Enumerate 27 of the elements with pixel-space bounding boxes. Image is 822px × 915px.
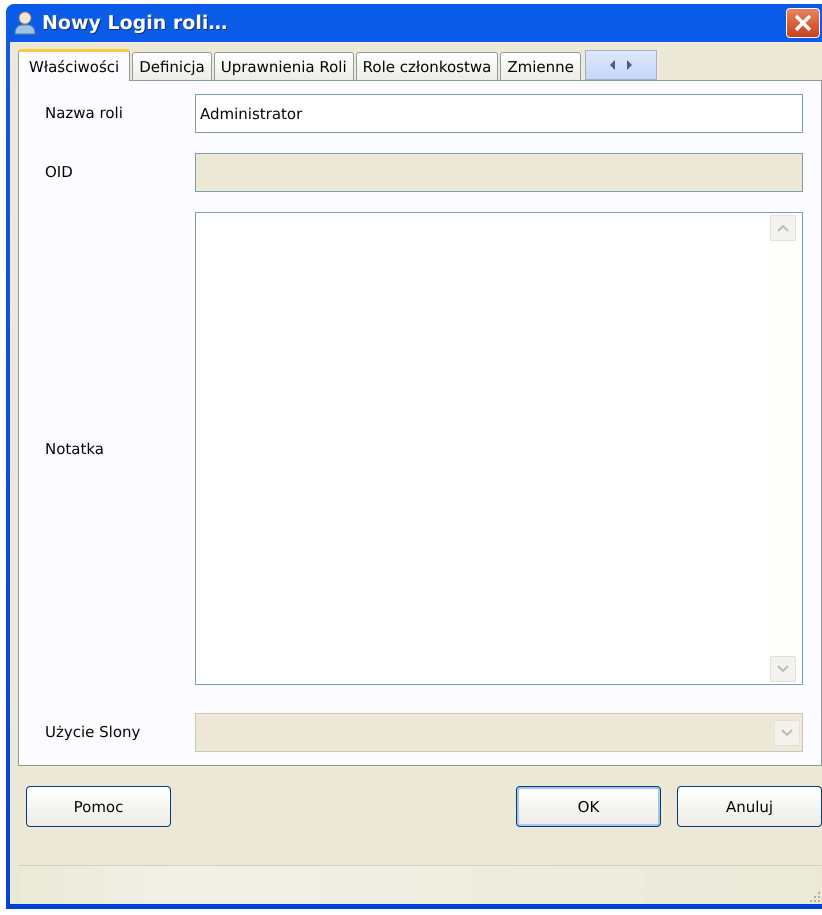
arrow-right-icon bbox=[626, 59, 634, 71]
close-button[interactable] bbox=[786, 8, 820, 38]
input-field[interactable]: Administrator bbox=[195, 94, 803, 133]
chevron-down-icon bbox=[777, 665, 789, 673]
field-label: Notatka bbox=[45, 440, 105, 458]
tab[interactable]: Role członkostwa bbox=[356, 52, 498, 80]
tab[interactable]: Właściwości bbox=[18, 49, 130, 81]
field-label: OID bbox=[45, 162, 74, 183]
scroll-up-button[interactable] bbox=[770, 215, 796, 241]
user-icon bbox=[14, 11, 36, 35]
field-label: Użycie Slony bbox=[45, 722, 142, 743]
close-icon bbox=[793, 13, 813, 33]
tab[interactable]: Definicja bbox=[132, 52, 212, 80]
tab-scroll-buttons[interactable] bbox=[584, 50, 657, 80]
dialog-button[interactable]: Pomoc bbox=[26, 786, 171, 827]
scroll-down-button[interactable] bbox=[770, 656, 796, 682]
chevron-up-icon bbox=[777, 224, 789, 232]
dialog-button[interactable]: Anuluj bbox=[677, 786, 822, 827]
tab[interactable]: Zmienne bbox=[500, 52, 581, 80]
window-title: Nowy Login roli… bbox=[42, 12, 228, 34]
field-label: Nazwa roli bbox=[45, 103, 124, 124]
resize-grip-icon bbox=[808, 890, 822, 904]
tab[interactable]: Uprawnienia Roli bbox=[214, 52, 354, 80]
arrow-left-icon bbox=[608, 59, 616, 71]
text-area[interactable] bbox=[195, 212, 803, 685]
chevron-down-icon bbox=[781, 728, 793, 736]
dialog-button[interactable]: OK bbox=[516, 786, 661, 827]
